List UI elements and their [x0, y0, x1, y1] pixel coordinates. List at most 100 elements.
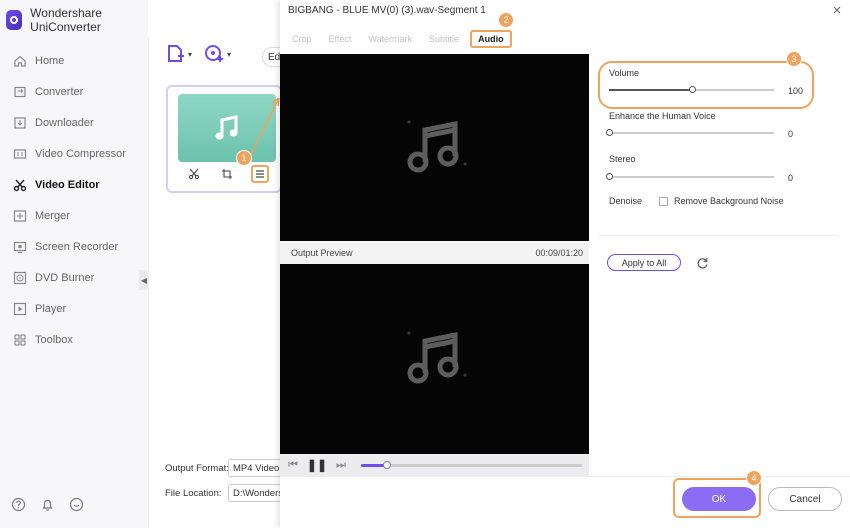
- sidebar-footer: [10, 496, 84, 512]
- step-badge-4: 4: [746, 470, 762, 486]
- apply-to-all-button[interactable]: Apply to All: [607, 254, 681, 271]
- trim-button[interactable]: [185, 165, 203, 183]
- sidebar-item-label: Video Compressor: [35, 147, 126, 160]
- crop-button[interactable]: [218, 165, 236, 183]
- enhance-voice-slider[interactable]: [606, 129, 774, 136]
- remove-noise-label: Remove Background Noise: [674, 196, 784, 206]
- help-icon[interactable]: [10, 496, 26, 512]
- scissors-icon: [12, 177, 28, 193]
- converter-icon: [12, 84, 28, 100]
- output-preview-label: Output Preview: [291, 248, 353, 258]
- add-media-button[interactable]: ▾: [204, 44, 231, 64]
- sidebar-nav: Home Converter Downloader Video Compress…: [0, 45, 148, 355]
- file-location-label: File Location:: [165, 488, 222, 499]
- editor-tabs: Crop Effect Watermark Subtitle Audio: [280, 30, 517, 48]
- stereo-slider-knob[interactable]: [606, 173, 613, 180]
- crop-icon: [221, 169, 232, 179]
- stereo-label: Stereo: [609, 154, 636, 164]
- step-badge-1: 1: [236, 150, 252, 166]
- time-display: 00:09/01:20: [535, 248, 583, 258]
- playback-scrubber[interactable]: [383, 460, 392, 469]
- settings-divider: [598, 235, 838, 236]
- app-logo: [6, 10, 23, 30]
- player-icon: [12, 301, 28, 317]
- tab-crop[interactable]: Crop: [286, 31, 318, 47]
- dvd-burner-icon: [12, 270, 28, 286]
- denoise-row: Denoise Remove Background Noise: [609, 196, 784, 206]
- tab-audio[interactable]: Audio: [470, 30, 512, 48]
- volume-slider[interactable]: [609, 86, 774, 93]
- add-media-icon: [205, 45, 224, 62]
- ok-button[interactable]: OK: [682, 487, 756, 511]
- sidebar-item-label: Screen Recorder: [35, 240, 119, 253]
- music-note-icon: [407, 120, 466, 172]
- sidebar-item-screen-recorder[interactable]: Screen Recorder: [0, 231, 148, 262]
- tab-effect[interactable]: Effect: [323, 31, 358, 47]
- sidebar: Wondershare UniConverter Home Converter …: [0, 0, 148, 528]
- annotation-arrow: [250, 97, 280, 155]
- add-file-icon: [168, 45, 184, 62]
- settings-list-icon: [255, 170, 264, 178]
- denoise-label: Denoise: [609, 196, 643, 206]
- toolbox-icon: [12, 332, 28, 348]
- sidebar-item-video-editor[interactable]: Video Editor: [0, 169, 148, 200]
- enhance-voice-label: Enhance the Human Voice: [609, 111, 716, 121]
- sidebar-item-home[interactable]: Home: [0, 45, 148, 76]
- sidebar-item-label: Downloader: [35, 116, 94, 129]
- sidebar-item-dvd-burner[interactable]: DVD Burner: [0, 262, 148, 293]
- original-preview: [280, 54, 589, 241]
- effect-settings-button[interactable]: [250, 165, 269, 183]
- volume-value: 100: [788, 86, 804, 96]
- previous-frame-icon[interactable]: ⏮: [288, 459, 298, 472]
- next-frame-icon[interactable]: ⏭: [336, 459, 346, 472]
- remove-noise-checkbox[interactable]: [659, 196, 669, 206]
- dialog-title: BIGBANG - BLUE MV(0) (3).wav-Segment 1: [288, 5, 486, 16]
- step-badge-2: 2: [498, 12, 514, 28]
- sidebar-item-toolbox[interactable]: Toolbox: [0, 324, 148, 355]
- reset-icon[interactable]: [694, 255, 710, 271]
- output-format-label: Output Format:: [165, 463, 229, 474]
- app-name: Wondershare UniConverter: [30, 6, 102, 34]
- step-badge-3: 3: [786, 51, 802, 67]
- close-icon[interactable]: ×: [830, 2, 844, 19]
- footer-divider: [280, 476, 850, 477]
- sidebar-item-converter[interactable]: Converter: [0, 76, 148, 107]
- stereo-slider[interactable]: [606, 173, 774, 180]
- sidebar-item-label: DVD Burner: [35, 271, 95, 284]
- chevron-down-icon: ▾: [188, 49, 193, 59]
- sidebar-item-downloader[interactable]: Downloader: [0, 107, 148, 138]
- output-preview: [280, 264, 589, 454]
- tab-watermark[interactable]: Watermark: [362, 31, 418, 47]
- scissors-icon: [189, 168, 200, 180]
- app-title: Wondershare UniConverter: [6, 6, 148, 34]
- file-location-field[interactable]: D:\Wonders: [228, 484, 284, 502]
- sidebar-item-merger[interactable]: Merger: [0, 200, 148, 231]
- sidebar-item-player[interactable]: Player: [0, 293, 148, 324]
- playback-progress-bar[interactable]: [360, 460, 582, 469]
- add-file-button[interactable]: ▾: [165, 44, 192, 64]
- pause-icon[interactable]: ❚❚: [307, 458, 327, 472]
- screen-recorder-icon: [12, 239, 28, 255]
- notification-icon[interactable]: [39, 496, 55, 512]
- sidebar-item-video-compressor[interactable]: Video Compressor: [0, 138, 148, 169]
- video-compressor-icon: [12, 146, 28, 162]
- sidebar-item-label: Merger: [35, 209, 70, 222]
- volume-slider-knob[interactable]: [688, 86, 696, 93]
- tab-subtitle[interactable]: Subtitle: [423, 31, 465, 47]
- music-note-icon: [215, 115, 238, 140]
- downloader-icon: [12, 115, 28, 131]
- sidebar-item-label: Video Editor: [35, 178, 100, 191]
- player-controls: ⏮ ❚❚ ⏭: [280, 454, 589, 476]
- enhance-voice-slider-knob[interactable]: [606, 129, 613, 136]
- cancel-button[interactable]: Cancel: [768, 487, 842, 511]
- sidebar-item-label: Home: [35, 54, 65, 67]
- feedback-icon[interactable]: [68, 496, 84, 512]
- output-preview-bar: Output Preview 00:09/01:20: [280, 242, 589, 264]
- enhance-voice-value: 0: [788, 129, 794, 139]
- home-icon: [12, 53, 28, 69]
- audio-edit-dialog: BIGBANG - BLUE MV(0) (3).wav-Segment 1 ×…: [280, 0, 850, 528]
- chevron-down-icon: ▾: [227, 49, 232, 59]
- sidebar-item-label: Toolbox: [35, 333, 73, 346]
- output-format-select[interactable]: MP4 Video: [228, 459, 284, 477]
- merger-icon: [12, 208, 28, 224]
